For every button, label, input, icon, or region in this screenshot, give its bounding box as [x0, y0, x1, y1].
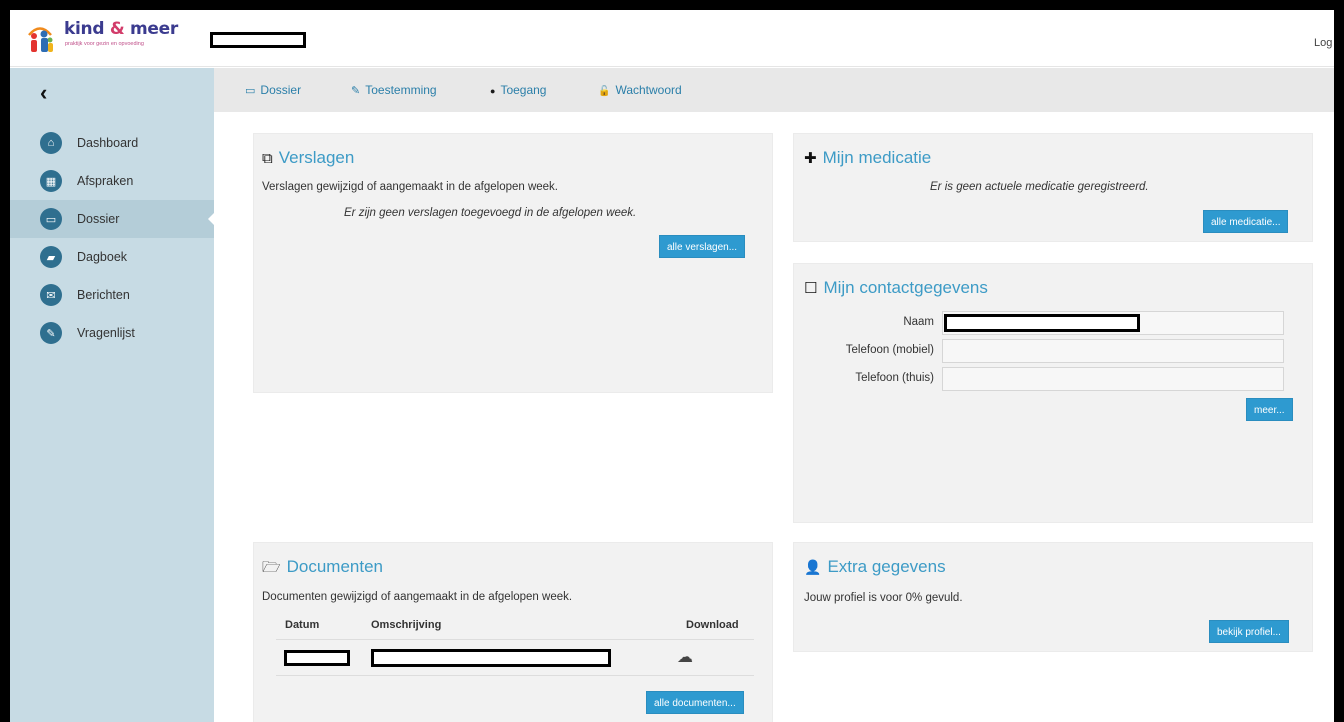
- user-icon: 👤: [804, 559, 822, 575]
- table-row-divider: [276, 675, 754, 676]
- tab-dossier[interactable]: ▭ Dossier: [245, 83, 301, 97]
- table-header-divider: [276, 639, 754, 640]
- app-window: kind & meer praktijk voor gezin en opvoe…: [10, 10, 1334, 722]
- column-header-download: Download: [686, 619, 739, 631]
- verslagen-subtitle: Verslagen gewijzigd of aangemaakt in de …: [262, 181, 559, 193]
- folder-open-icon: 🗁: [262, 559, 281, 576]
- panel-title: 👤 Extra gegevens: [804, 557, 946, 577]
- verslagen-empty-message: Er zijn geen verslagen toegevoegd in de …: [344, 207, 637, 219]
- minus-circle-icon: ●: [490, 86, 496, 96]
- alle-medicatie-button[interactable]: alle medicatie...: [1203, 210, 1289, 233]
- tab-label: Dossier: [260, 83, 302, 97]
- collapse-sidebar-icon[interactable]: ‹: [40, 82, 47, 104]
- panel-title-text: Mijn contactgegevens: [823, 278, 988, 297]
- brand-name: kind & meer: [64, 19, 178, 39]
- column-header-omschrijving: Omschrijving: [371, 619, 442, 631]
- cloud-download-icon[interactable]: ☁: [677, 647, 693, 667]
- tab-toestemming[interactable]: ✎ Toestemming: [351, 83, 437, 97]
- telefoon-thuis-field[interactable]: [942, 367, 1284, 391]
- brand-tagline: praktijk voor gezin en opvoeding: [65, 41, 144, 47]
- tab-toegang[interactable]: ● Toegang: [490, 83, 546, 97]
- sidebar-item-label: Dagboek: [77, 250, 128, 264]
- panel-title-text: Mijn medicatie: [822, 148, 932, 167]
- logo[interactable]: kind & meer praktijk voor gezin en opvoe…: [24, 19, 194, 60]
- telefoon-mobiel-label: Telefoon (mobiel): [845, 344, 934, 356]
- folder-open-icon: ▭: [40, 208, 62, 230]
- panel-extra-gegevens: 👤 Extra gegevens Jouw profiel is voor 0% …: [793, 542, 1313, 652]
- profiel-status-text: Jouw profiel is voor 0% gevuld.: [804, 592, 963, 604]
- top-header: kind & meer praktijk voor gezin en opvoe…: [10, 10, 1334, 67]
- panel-medicatie: ✚ Mijn medicatie Er is geen actuele medic…: [793, 133, 1313, 242]
- medkit-icon: ✚: [804, 150, 817, 167]
- copy-icon: ⧉: [262, 150, 273, 167]
- calendar-icon: ▦: [40, 170, 62, 192]
- panel-title-text: Extra gegevens: [827, 557, 946, 576]
- telefoon-mobiel-field[interactable]: [942, 339, 1284, 363]
- sidebar-item-label: Berichten: [77, 288, 130, 302]
- square-icon: ☐: [804, 280, 818, 297]
- panel-title-text: Documenten: [286, 557, 383, 576]
- logo-figures-icon: [28, 27, 53, 52]
- sidebar-item-label: Vragenlijst: [77, 326, 135, 340]
- sidebar-item-label: Afspraken: [77, 174, 134, 188]
- brand-ampersand: &: [109, 19, 125, 39]
- tab-label: Wachtwoord: [615, 83, 682, 97]
- redacted-datum: [284, 650, 350, 666]
- logout-link[interactable]: Log: [1314, 37, 1334, 49]
- redacted-user-name: [210, 32, 306, 48]
- redacted-name-value: [944, 314, 1140, 332]
- home-icon: ⌂: [40, 132, 62, 154]
- panel-title: ☐ Mijn contactgegevens: [804, 278, 988, 298]
- folder-icon: ▭: [245, 85, 256, 97]
- sidebar-item-vragenlijst[interactable]: ✎ Vragenlijst: [10, 314, 214, 352]
- book-icon: ▰: [40, 246, 62, 268]
- edit-icon: ✎: [40, 322, 62, 344]
- panel-title: ✚ Mijn medicatie: [804, 148, 931, 168]
- column-header-datum: Datum: [285, 619, 320, 631]
- brand-name-part: meer: [124, 19, 178, 39]
- tab-label: Toegang: [500, 83, 547, 97]
- sidebar: ‹ ⌂ Dashboard ▦ Afspraken ▭ Dossier ▰ Da…: [10, 68, 215, 722]
- tab-label: Toestemming: [365, 83, 437, 97]
- unlock-icon: 🔓: [598, 86, 611, 97]
- sidebar-item-berichten[interactable]: ✉ Berichten: [10, 276, 214, 314]
- sidebar-item-dagboek[interactable]: ▰ Dagboek: [10, 238, 214, 276]
- tab-wachtwoord[interactable]: 🔓 Wachtwoord: [598, 83, 682, 97]
- panel-title: 🗁 Documenten: [262, 557, 383, 582]
- meer-button[interactable]: meer...: [1246, 398, 1293, 421]
- alle-documenten-button[interactable]: alle documenten...: [646, 691, 744, 714]
- bekijk-profiel-button[interactable]: bekijk profiel...: [1209, 620, 1289, 643]
- sidebar-item-label: Dashboard: [77, 136, 139, 150]
- panel-title: ⧉ Verslagen: [262, 148, 354, 168]
- naam-label: Naam: [903, 316, 934, 328]
- medicatie-empty-message: Er is geen actuele medicatie geregistree…: [930, 181, 1149, 193]
- sidebar-item-dashboard[interactable]: ⌂ Dashboard: [10, 124, 214, 162]
- sidebar-item-label: Dossier: [77, 212, 120, 226]
- panel-documenten: 🗁 Documenten Documenten gewijzigd of aang…: [253, 542, 773, 722]
- edit-icon: ✎: [351, 85, 361, 97]
- panel-contactgegevens: ☐ Mijn contactgegevens Naam Telefoon (mob…: [793, 263, 1313, 523]
- panel-title-text: Verslagen: [278, 148, 355, 167]
- brand-name-part: kind: [64, 19, 110, 39]
- panel-verslagen: ⧉ Verslagen Verslagen gewijzigd of aangem…: [253, 133, 773, 393]
- envelope-icon: ✉: [40, 284, 62, 306]
- redacted-omschrijving: [371, 649, 611, 667]
- tab-bar: ▭ Dossier ✎ Toestemming ● Toegang 🔓 Wachtwoo…: [214, 68, 1334, 112]
- alle-verslagen-button[interactable]: alle verslagen...: [659, 235, 746, 258]
- sidebar-item-dossier[interactable]: ▭ Dossier: [10, 200, 215, 238]
- sidebar-item-afspraken[interactable]: ▦ Afspraken: [10, 162, 214, 200]
- documenten-subtitle: Documenten gewijzigd of aangemaakt in de…: [262, 591, 573, 603]
- telefoon-thuis-label: Telefoon (thuis): [855, 372, 934, 384]
